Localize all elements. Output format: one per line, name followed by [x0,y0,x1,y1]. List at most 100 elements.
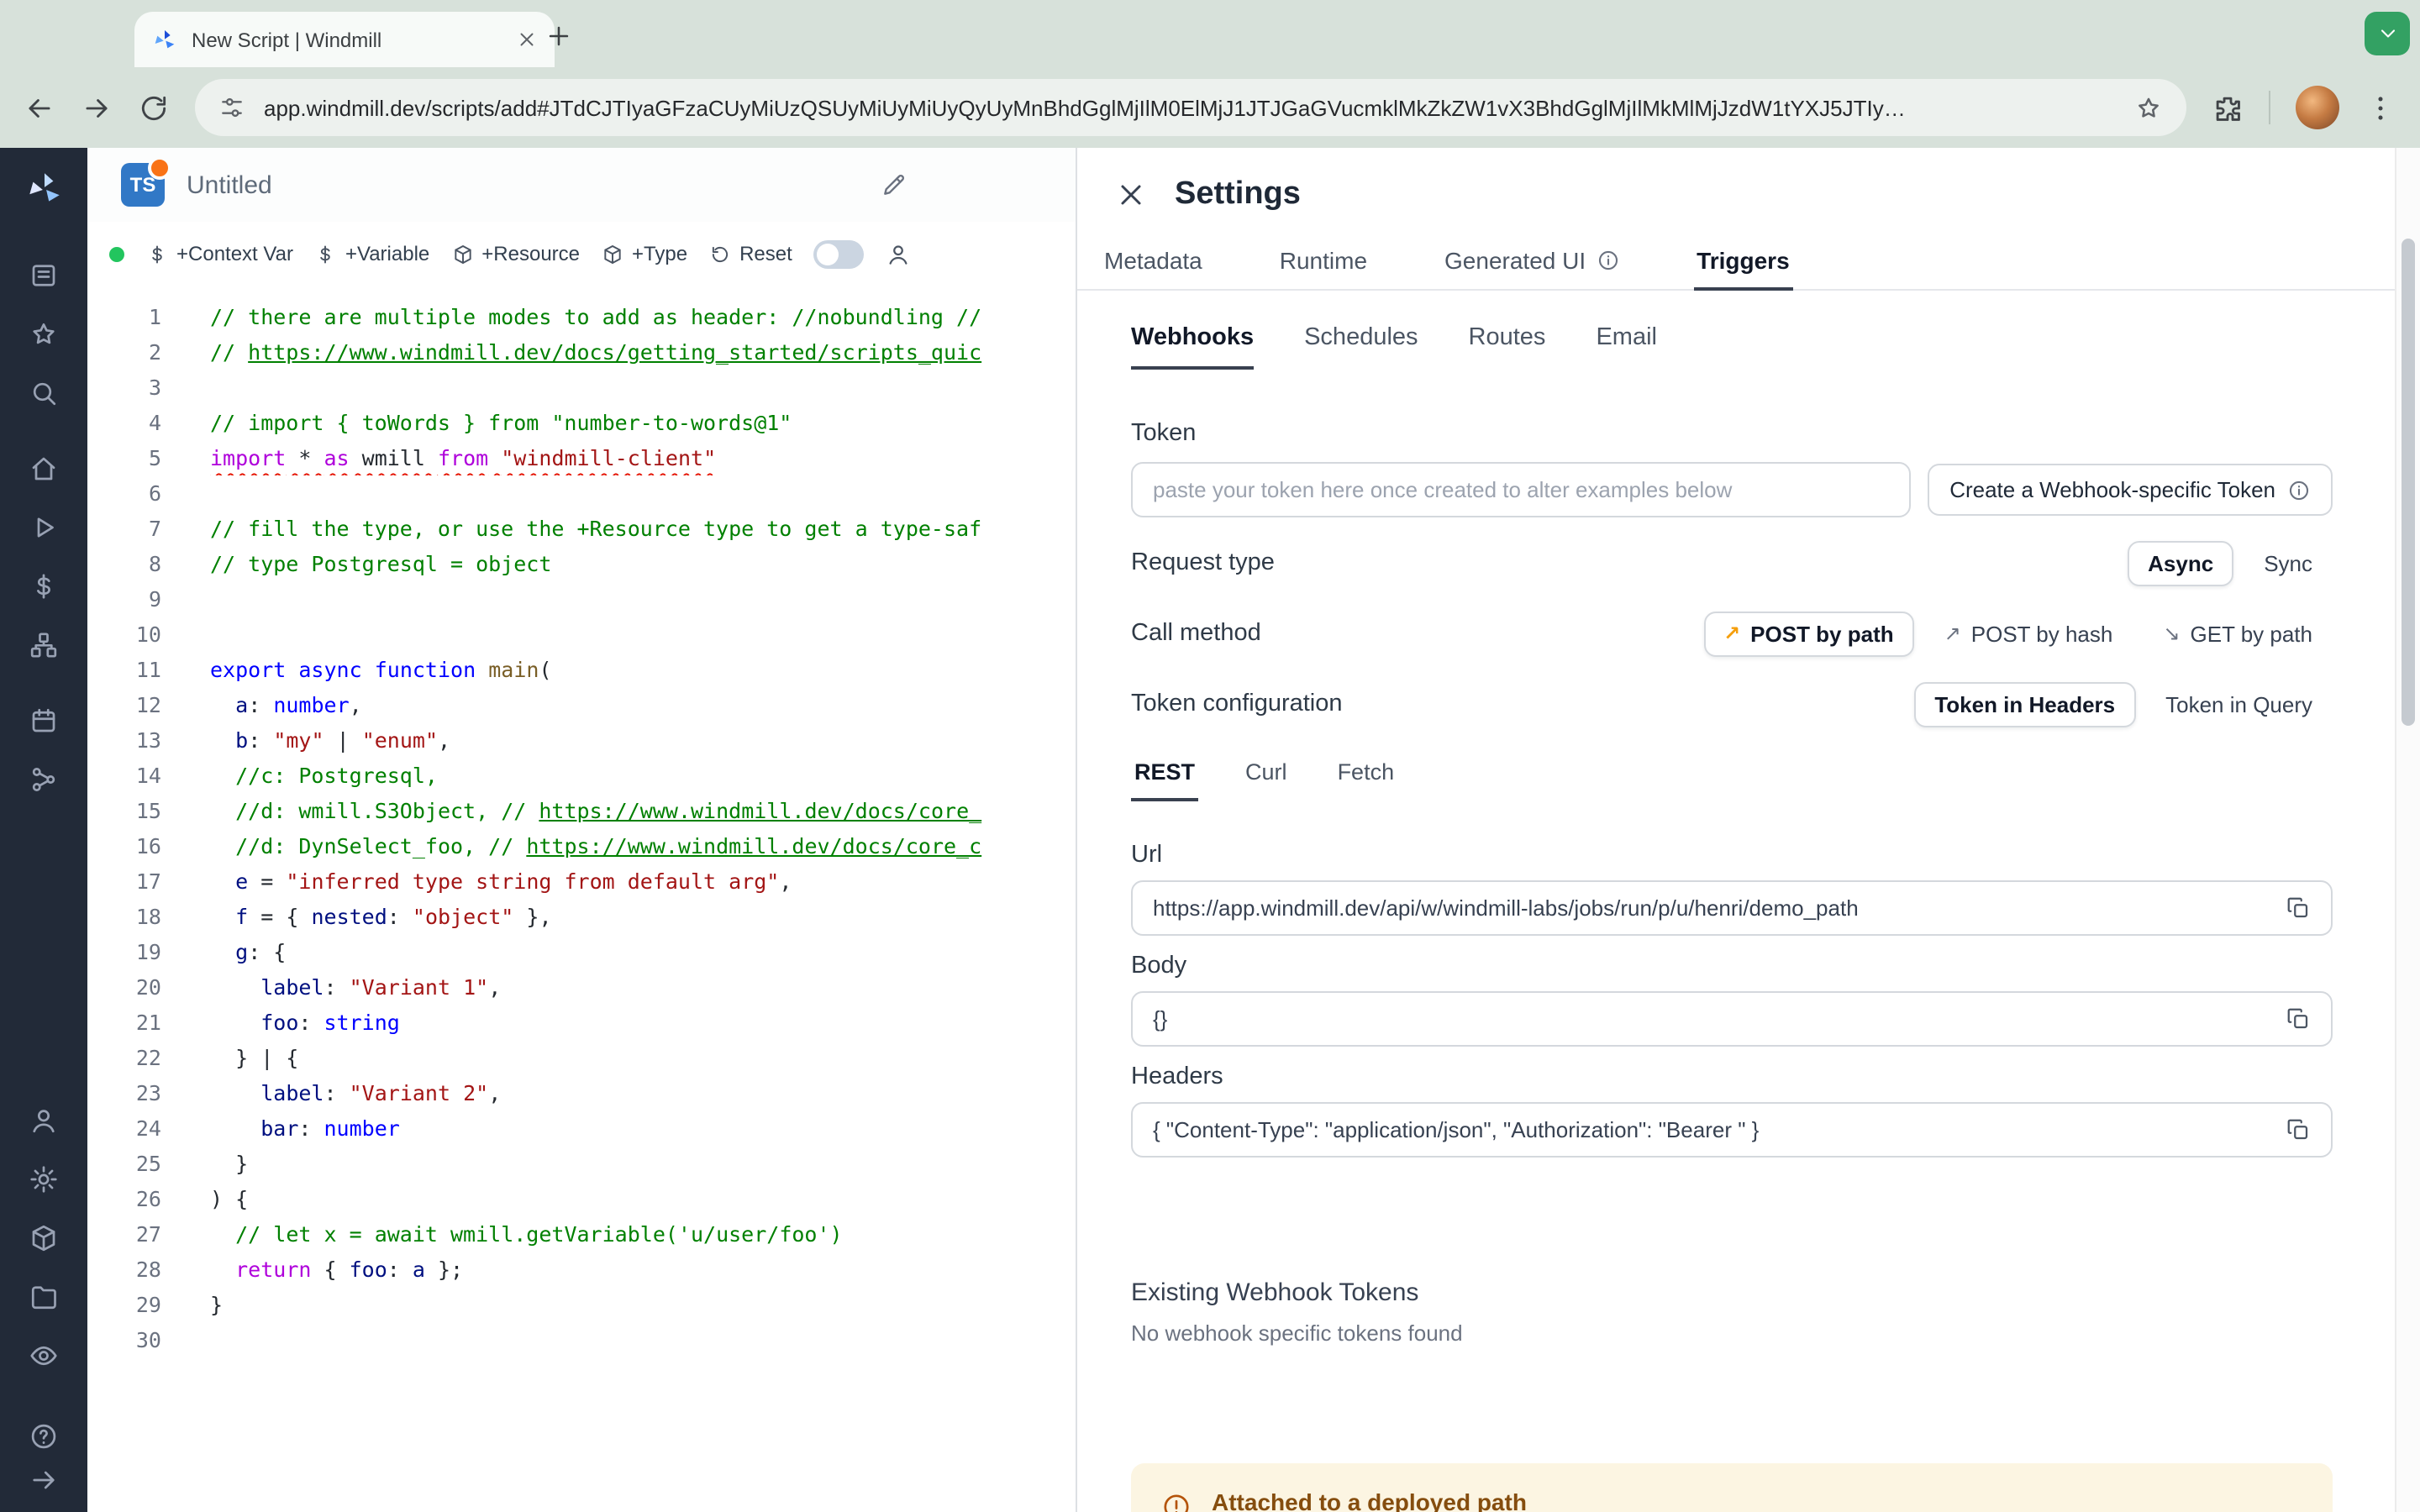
code-line[interactable]: 13 b: "my" | "enum", [87,722,1076,758]
code-line[interactable]: 7// fill the type, or use the +Resource … [87,511,1076,546]
browser-tab[interactable]: New Script | Windmill [134,12,555,67]
code-line[interactable]: 30 [87,1322,1076,1357]
code-line[interactable]: 14 //c: Postgresql, [87,758,1076,793]
toolbar-type-button[interactable]: +Type [602,242,687,265]
request-type-option-sync[interactable]: Sync [2244,540,2333,585]
panel-scrollbar[interactable] [2395,148,2420,1512]
code-line[interactable]: 22 } | { [87,1040,1076,1075]
toolbar-context-var-button[interactable]: +Context Var [146,242,293,265]
new-tab-button[interactable] [544,22,573,50]
sidebar-item-users[interactable] [29,1105,59,1136]
trigger-tab-webhooks[interactable]: Webhooks [1131,324,1255,370]
code-line[interactable]: 25 } [87,1146,1076,1181]
code-line[interactable]: 16 //d: DynSelect_foo, // https://www.wi… [87,828,1076,864]
token-input[interactable] [1131,462,1912,517]
code-lines[interactable]: 1// there are multiple modes to add as h… [87,286,1076,1512]
code-line[interactable]: 8// type Postgresql = object [87,546,1076,581]
copy-body-button[interactable] [2286,1006,2311,1032]
sidebar-item-runs-list[interactable] [29,260,59,291]
edit-title-icon[interactable] [881,171,908,198]
call-method-option-get-by-path[interactable]: ↘ GET by path [2143,611,2333,656]
code-line[interactable]: 2// https://www.windmill.dev/docs/gettin… [87,334,1076,370]
reload-button[interactable] [138,92,170,123]
tab-metadata[interactable]: Metadata [1101,247,1206,289]
code-line[interactable]: 23 label: "Variant 2", [87,1075,1076,1110]
sidebar-item-help[interactable] [29,1421,59,1452]
copy-headers-button[interactable] [2286,1117,2311,1142]
sidebar-item-triggers[interactable] [29,764,59,795]
code-line[interactable]: 11 export async function main( [87,652,1076,687]
create-token-button[interactable]: Create a Webhook-specific Token [1928,464,2333,516]
code-line[interactable]: 5 import * as wmill from "windmill-client… [87,440,1076,475]
tab-triggers[interactable]: Triggers [1693,247,1793,291]
snippet-tab-curl[interactable]: Curl [1242,759,1291,801]
sidebar-item-folders[interactable] [29,1282,59,1312]
forward-button[interactable] [81,92,113,123]
trigger-tab-schedules[interactable]: Schedules [1304,324,1418,370]
code-line[interactable]: 12 a: number, [87,687,1076,722]
code-line[interactable]: 19 g: { [87,934,1076,969]
toolbar-reset-button[interactable]: Reset [709,242,792,265]
trigger-tab-email[interactable]: Email [1596,324,1657,370]
tab-close-icon[interactable] [516,29,538,50]
sidebar-item-favorites[interactable] [29,319,59,349]
sidebar-item-settings[interactable] [29,1164,59,1194]
close-settings-button[interactable] [1114,178,1148,212]
code-line[interactable]: 1// there are multiple modes to add as h… [87,299,1076,334]
request-type-options: Async Sync [2128,540,2333,585]
box-icon [602,243,623,265]
request-type-option-async[interactable]: Async [2128,540,2234,585]
code-line[interactable]: 29} [87,1287,1076,1322]
code-line[interactable]: 24 bar: number [87,1110,1076,1146]
profile-avatar[interactable] [2296,86,2339,129]
sidebar-item-resources[interactable] [29,630,59,660]
code-line[interactable]: 15 //d: wmill.S3Object, // https://www.w… [87,793,1076,828]
copy-url-button[interactable] [2286,895,2311,921]
sidebar-item-search[interactable] [29,378,59,408]
sidebar-item-audit-logs[interactable] [29,1341,59,1371]
sidebar-item-workers[interactable] [29,1223,59,1253]
code-line[interactable]: 18 f = { nested: "object" }, [87,899,1076,934]
code-line[interactable]: 20 label: "Variant 1", [87,969,1076,1005]
site-settings-icon[interactable] [218,94,245,121]
code-line[interactable]: 21 foo: string [87,1005,1076,1040]
sidebar-item-collapse[interactable] [29,1465,59,1495]
snippet-tab-rest[interactable]: REST [1131,759,1199,801]
toolbar-resource-button[interactable]: +Resource [451,242,580,265]
scrollbar-thumb[interactable] [2402,239,2415,726]
token-config-option-token-in-headers[interactable]: Token in Headers [1914,681,2136,727]
sidebar-item-home[interactable] [29,454,59,484]
editor-toggle[interactable] [813,239,865,268]
back-button[interactable] [24,92,55,123]
code-line[interactable]: 6 [87,475,1076,511]
code-line[interactable]: 17 e = "inferred type string from defaul… [87,864,1076,899]
line-number: 19 [135,939,161,964]
code-line[interactable]: 4// import { toWords } from "number-to-w… [87,405,1076,440]
sidebar-nav [29,260,59,840]
browser-panel-button[interactable] [2365,12,2410,55]
browser-menu-icon[interactable] [2365,92,2396,123]
call-method-option-post-by-hash[interactable]: ↗ POST by hash [1924,611,2133,656]
sidebar-item-variables[interactable] [29,571,59,601]
tab-runtime[interactable]: Runtime [1276,247,1370,289]
windmill-logo[interactable] [23,168,65,210]
bookmark-star-icon[interactable] [2134,93,2163,122]
code-line[interactable]: 10 [87,617,1076,652]
snippet-tab-fetch[interactable]: Fetch [1334,759,1398,801]
sidebar-item-schedules[interactable] [29,706,59,736]
tab-generated-ui[interactable]: Generated UI [1441,247,1623,289]
toolbar-variable-button[interactable]: +Variable [315,242,429,265]
extensions-icon[interactable] [2212,92,2244,123]
token-config-option-token-in-query[interactable]: Token in Query [2145,681,2333,727]
code-line[interactable]: 27 // let x = await wmill.getVariable('u… [87,1216,1076,1252]
code-line[interactable]: 9 [87,581,1076,617]
warning-title: Attached to a deployed path [1212,1488,1527,1512]
call-method-option-post-by-path[interactable]: ↗ POST by path [1703,611,1914,656]
code-line[interactable]: 26) { [87,1181,1076,1216]
trigger-tab-routes[interactable]: Routes [1469,324,1546,370]
address-bar[interactable]: app.windmill.dev/scripts/add#JTdCJTIyaGF… [195,79,2186,136]
sidebar-item-runs[interactable] [29,512,59,543]
code-line[interactable]: 3 [87,370,1076,405]
code-line[interactable]: 28 return { foo: a }; [87,1252,1076,1287]
info-icon [1596,249,1619,272]
